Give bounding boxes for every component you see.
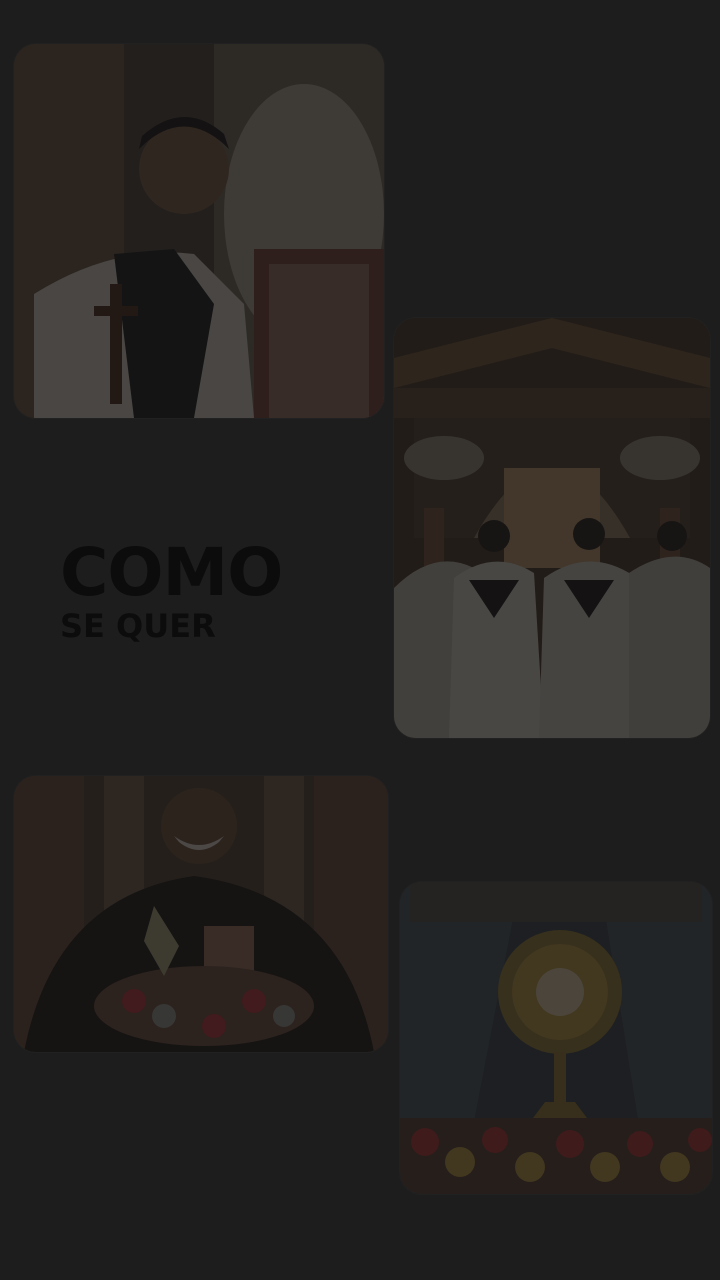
photo-monstrance-flowers [400, 882, 712, 1194]
story-canvas: COMO SE QUER [0, 0, 720, 1280]
headline: COMO SE QUER [60, 534, 283, 645]
headline-title: COMO [60, 534, 283, 611]
photo-priest-holding-cross [14, 44, 384, 418]
headline-subtitle: SE QUER [60, 607, 216, 645]
photo-altar-ceremony [394, 318, 710, 738]
photo-smiling-seminarian [14, 776, 388, 1052]
